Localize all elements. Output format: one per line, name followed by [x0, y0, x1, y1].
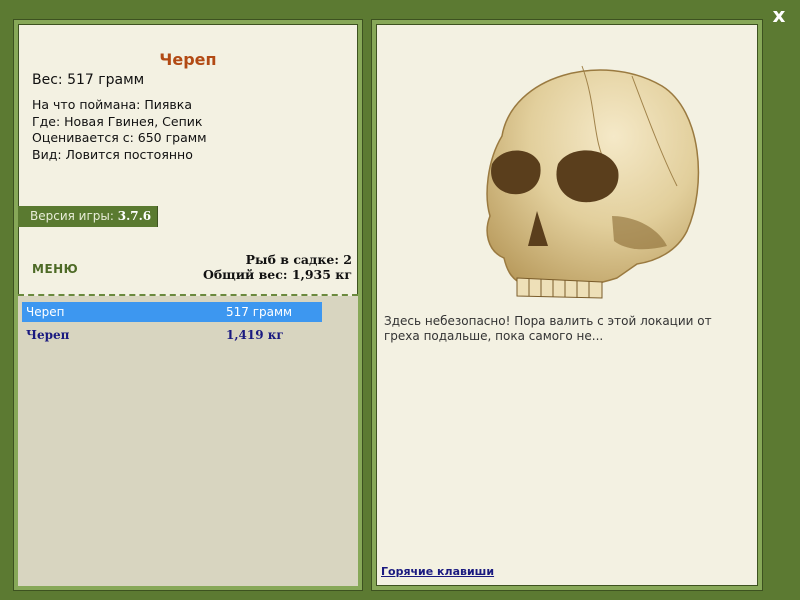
total-weight: Общий вес: 1,935 кг — [202, 267, 352, 282]
caught-on-text: На что поймана: Пиявка — [32, 97, 192, 112]
skull-image — [486, 65, 700, 299]
item-details: На что поймана: Пиявка Где: Новая Гвинея… — [32, 97, 207, 163]
list-item-weight: 1,419 кг — [226, 328, 284, 342]
keepnet-stats: Рыб в садке: 2 Общий вес: 1,935 кг — [203, 252, 352, 282]
hotkeys-link[interactable]: Горячие клавиши — [381, 565, 494, 578]
list-item[interactable]: Череп 1,419 кг — [22, 325, 322, 345]
item-weight: Вес: 517 грамм — [32, 72, 145, 88]
catch-list: Череп 517 грамм Череп 1,419 кг — [18, 296, 358, 586]
list-item-weight: 517 грамм — [226, 305, 293, 319]
menu-button[interactable]: МЕНЮ — [32, 262, 78, 276]
kind-text: Вид: Ловится постоянно — [32, 146, 193, 162]
list-item-name: Череп — [26, 328, 70, 342]
list-item-name: Череп — [26, 305, 65, 319]
list-item[interactable]: Череп 517 грамм — [22, 302, 322, 322]
fish-image-panel: Здесь небезопасно! Пора валить с этой ло… — [372, 20, 762, 590]
location-text: Где: Новая Гвинея, Сепик — [32, 113, 203, 129]
close-icon[interactable]: x — [768, 4, 790, 26]
version-number: 3.7.6 — [117, 209, 152, 223]
fish-info-panel: Череп Вес: 517 грамм На что поймана: Пия… — [14, 20, 362, 590]
fish-count: Рыб в садке: 2 — [245, 252, 352, 267]
version-label: Версия игры: — [30, 209, 114, 223]
valued-from-text: Оценивается с: 650 грамм — [32, 130, 207, 145]
version-badge: Версия игры: 3.7.6 — [18, 206, 158, 227]
location-description: Здесь небезопасно! Пора валить с этой ло… — [384, 314, 712, 343]
item-title: Череп — [159, 50, 217, 69]
